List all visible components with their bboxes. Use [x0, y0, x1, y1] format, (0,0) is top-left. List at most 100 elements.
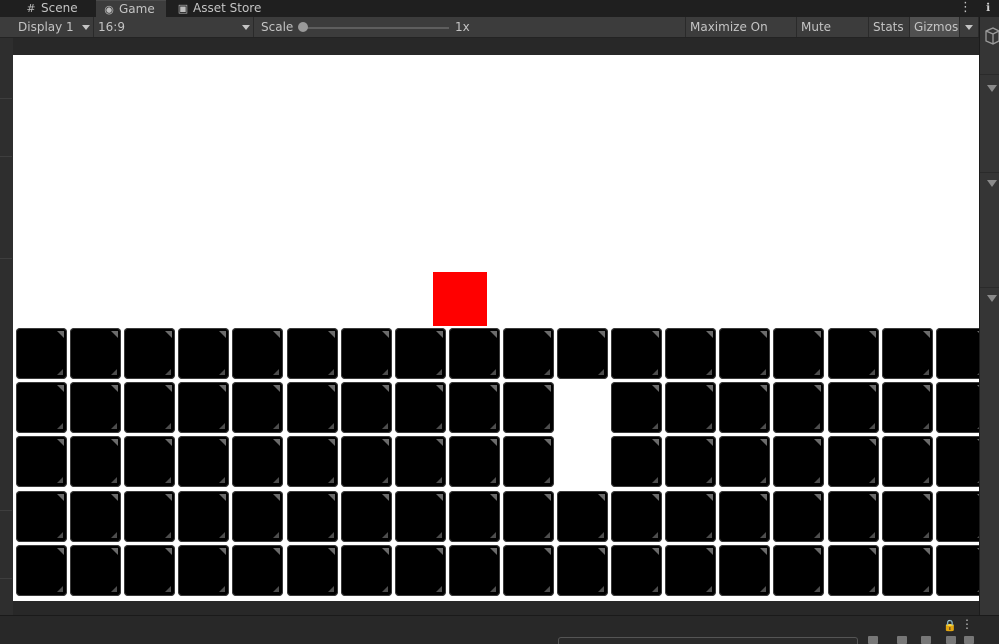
- panel-icon[interactable]: [946, 636, 956, 644]
- ground-tile: [882, 436, 933, 487]
- scale-slider-track[interactable]: [303, 27, 449, 29]
- ground-tile: [665, 491, 716, 542]
- ground-tile: [449, 382, 500, 433]
- ground-tile: [557, 328, 608, 379]
- panel-icon[interactable]: [921, 636, 931, 644]
- ground-tile: [557, 491, 608, 542]
- lock-icon[interactable]: 🔒: [943, 619, 957, 632]
- stats-button[interactable]: Stats: [868, 17, 909, 37]
- gizmos-dropdown[interactable]: [959, 17, 979, 37]
- ground-tile: [503, 382, 554, 433]
- status-menu-icon[interactable]: ⋮: [961, 617, 973, 631]
- foldout-arrow-icon[interactable]: [987, 295, 997, 302]
- ground-tile: [287, 328, 338, 379]
- game-view[interactable]: [13, 55, 979, 601]
- ground-tile: [232, 328, 283, 379]
- ground-tile: [16, 382, 67, 433]
- ground-tile: [232, 545, 283, 596]
- tab-scene-label: Scene: [41, 1, 78, 15]
- ground-tile: [232, 436, 283, 487]
- ground-tile: [936, 545, 979, 596]
- chevron-down-icon: [965, 25, 973, 30]
- mute-audio-button[interactable]: Mute Audio: [796, 17, 868, 54]
- ground-tile: [395, 382, 446, 433]
- ground-tile: [178, 491, 229, 542]
- ground-tile: [719, 436, 770, 487]
- ground-tile: [287, 382, 338, 433]
- tab-bar: # Scene ◉ Game ▣ Asset Store ⋮: [0, 0, 999, 17]
- panel-icon[interactable]: [868, 636, 878, 644]
- ground-tile: [828, 382, 879, 433]
- chevron-down-icon: [242, 25, 250, 30]
- ground-tile: [16, 491, 67, 542]
- tab-menu-icon[interactable]: ⋮: [959, 0, 972, 17]
- ground-tile: [665, 382, 716, 433]
- ground-tile: [341, 545, 392, 596]
- info-icon[interactable]: ℹ: [986, 1, 998, 15]
- cube-icon: [985, 27, 999, 45]
- game-view-letterbox-bottom: [13, 601, 979, 615]
- ground-tile: [719, 491, 770, 542]
- ground-tile: [773, 436, 824, 487]
- ground-tile: [503, 491, 554, 542]
- gizmos-button[interactable]: Gizmos: [909, 17, 959, 37]
- ground-tile: [665, 436, 716, 487]
- ground-tile: [341, 382, 392, 433]
- ground-tile: [828, 436, 879, 487]
- ground-tile: [719, 382, 770, 433]
- ground-tile: [178, 328, 229, 379]
- tab-game[interactable]: ◉ Game: [96, 0, 166, 17]
- status-field: [558, 637, 858, 644]
- ground-tile: [395, 491, 446, 542]
- ground-tile: [178, 436, 229, 487]
- ground-tile: [773, 491, 824, 542]
- ground-tile: [124, 436, 175, 487]
- scale-slider-handle[interactable]: [298, 22, 308, 32]
- ground-tile: [665, 328, 716, 379]
- display-dropdown[interactable]: Display 1: [14, 17, 94, 37]
- ground-tile: [70, 436, 121, 487]
- ground-tile: [449, 545, 500, 596]
- tab-asset-store[interactable]: ▣ Asset Store: [170, 0, 270, 17]
- maximize-on-play-button[interactable]: Maximize On Play: [685, 17, 796, 54]
- tab-scene[interactable]: # Scene: [18, 0, 96, 17]
- scale-value: 1x: [455, 20, 470, 34]
- ground-tile: [70, 382, 121, 433]
- scale-label: Scale: [261, 20, 294, 34]
- foldout-arrow-icon[interactable]: [987, 85, 997, 92]
- panel-divider: [0, 98, 12, 99]
- ground-tile: [70, 328, 121, 379]
- shopping-bag-icon: ▣: [177, 2, 189, 15]
- ground-tile: [70, 491, 121, 542]
- ground-tile: [232, 382, 283, 433]
- ground-tile: [882, 382, 933, 433]
- ground-tile: [719, 545, 770, 596]
- aspect-dropdown[interactable]: 16:9: [94, 17, 254, 37]
- ground-tile: [449, 328, 500, 379]
- ground-tile: [611, 436, 662, 487]
- ground-tile: [882, 491, 933, 542]
- ground-tile: [287, 436, 338, 487]
- ground-tile: [341, 436, 392, 487]
- ground-tile: [124, 382, 175, 433]
- ground-tile: [124, 491, 175, 542]
- panel-divider: [0, 578, 12, 579]
- strip-divider: [980, 287, 999, 288]
- ground-tile: [828, 545, 879, 596]
- panel-icon[interactable]: [964, 636, 974, 644]
- panel-icon[interactable]: [897, 636, 907, 644]
- foldout-arrow-icon[interactable]: [987, 180, 997, 187]
- ground-tile: [395, 545, 446, 596]
- ground-tile: [503, 328, 554, 379]
- ground-tile: [449, 436, 500, 487]
- ground-tile: [828, 491, 879, 542]
- ground-tile: [773, 545, 824, 596]
- ground-tile: [611, 491, 662, 542]
- tab-asset-store-label: Asset Store: [193, 1, 262, 15]
- tab-game-label: Game: [119, 2, 155, 16]
- inspector-edge-strip: [979, 17, 999, 615]
- panel-divider: [0, 258, 12, 259]
- gamepad-icon: ◉: [104, 3, 114, 16]
- ground-tile: [124, 545, 175, 596]
- ground-tile: [16, 328, 67, 379]
